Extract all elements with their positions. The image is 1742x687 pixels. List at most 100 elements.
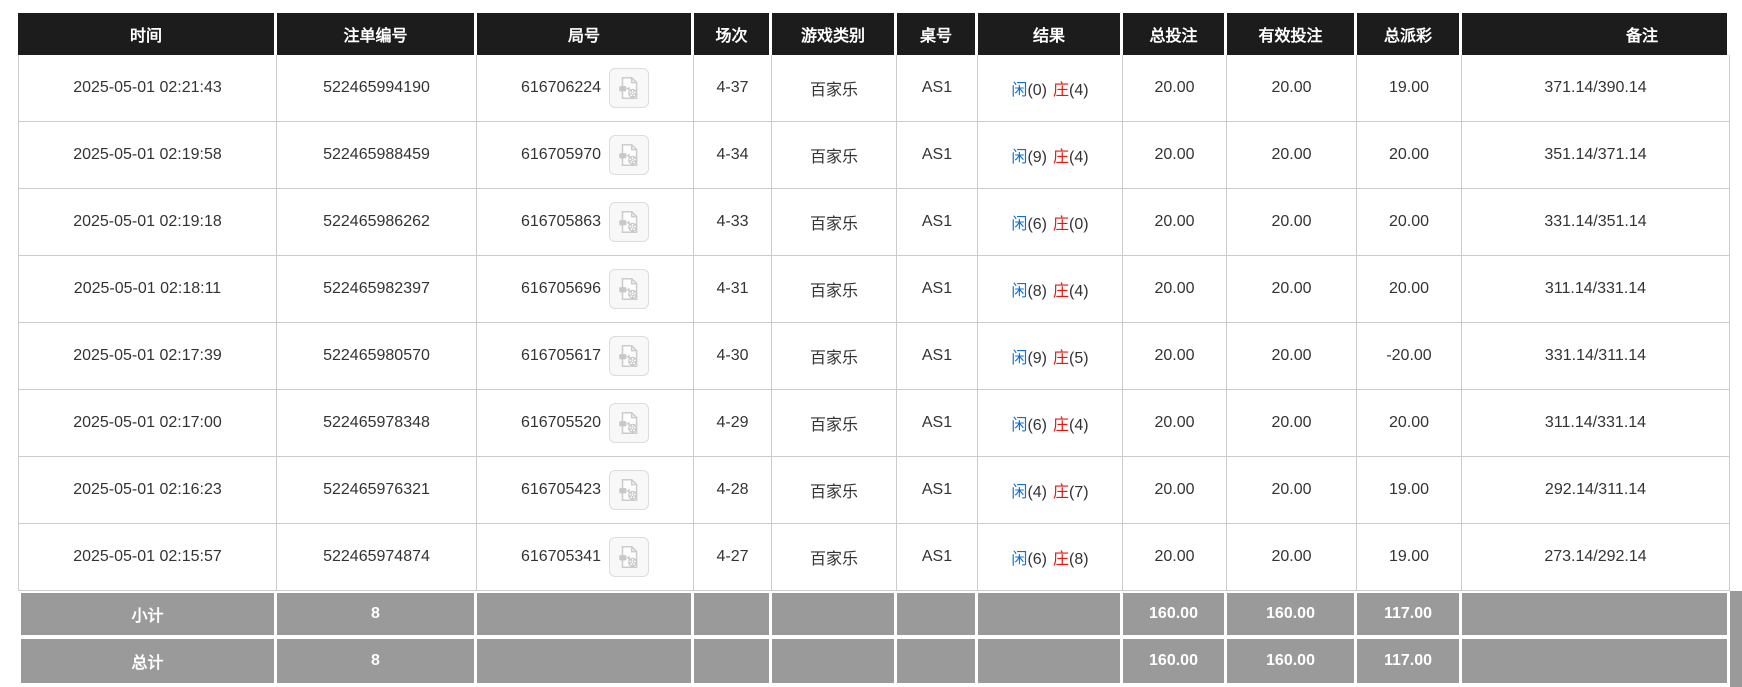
cell-table-no: AS1 [897, 524, 978, 591]
cell-table-no: AS1 [897, 189, 978, 256]
cell-result: 闲(4)庄(7) [978, 457, 1123, 524]
cell-game-type: 百家乐 [772, 256, 897, 323]
subtotal-empty-session [694, 591, 772, 639]
cell-payout: 20.00 [1357, 189, 1462, 256]
cell-total-bet[interactable]: 20.00 [1123, 256, 1227, 323]
video-file-icon [616, 477, 642, 503]
round-number: 616705520 [521, 414, 601, 432]
col-header-game-type: 游戏类别 [772, 13, 897, 55]
subtotal-label: 小计 [18, 591, 277, 639]
cell-total-bet[interactable]: 20.00 [1123, 457, 1227, 524]
cell-total-bet[interactable]: 20.00 [1123, 189, 1227, 256]
cell-total-bet[interactable]: 20.00 [1123, 524, 1227, 591]
cell-time: 2025-05-01 02:18:11 [18, 256, 277, 323]
result-banker-label: 庄 [1053, 551, 1069, 568]
cell-game-type: 百家乐 [772, 457, 897, 524]
result-player-score: (9) [1027, 350, 1047, 367]
cell-session: 4-37 [694, 55, 772, 122]
cell-round-no: 616705863 [477, 189, 694, 256]
grandtotal-empty-session [694, 639, 772, 687]
video-file-icon [616, 410, 642, 436]
col-header-session: 场次 [694, 13, 772, 55]
video-replay-button[interactable] [609, 202, 649, 242]
cell-game-type: 百家乐 [772, 189, 897, 256]
video-replay-button[interactable] [609, 403, 649, 443]
table-row: 2025-05-01 02:15:57 522465974874 6167053… [18, 524, 1730, 591]
video-replay-button[interactable] [609, 537, 649, 577]
cell-time: 2025-05-01 02:19:58 [18, 122, 277, 189]
cell-time: 2025-05-01 02:16:23 [18, 457, 277, 524]
cell-table-no: AS1 [897, 323, 978, 390]
result-banker-label: 庄 [1053, 417, 1069, 434]
cell-session: 4-29 [694, 390, 772, 457]
cell-payout: 20.00 [1357, 122, 1462, 189]
cell-bet-id: 522465982397 [277, 256, 477, 323]
table-row: 2025-05-01 02:21:43 522465994190 6167062… [18, 55, 1730, 122]
grandtotal-empty-game-type [772, 639, 897, 687]
result-banker-label: 庄 [1053, 484, 1069, 501]
video-file-icon [616, 209, 642, 235]
round-number: 616705341 [521, 548, 601, 566]
result-player-label: 闲 [1011, 551, 1027, 568]
result-player-score: (9) [1027, 149, 1047, 166]
result-player-score: (8) [1027, 283, 1047, 300]
cell-remark: 311.14/331.14 [1462, 256, 1730, 323]
subtotal-empty-game-type [772, 591, 897, 639]
video-replay-button[interactable] [609, 135, 649, 175]
cell-remark: 331.14/311.14 [1462, 323, 1730, 390]
subtotal-total-bet: 160.00 [1123, 591, 1227, 639]
cell-payout: 20.00 [1357, 256, 1462, 323]
cell-remark: 292.14/311.14 [1462, 457, 1730, 524]
cell-game-type: 百家乐 [772, 122, 897, 189]
cell-session: 4-34 [694, 122, 772, 189]
cell-bet-id: 522465994190 [277, 55, 477, 122]
cell-session: 4-27 [694, 524, 772, 591]
cell-time: 2025-05-01 02:15:57 [18, 524, 277, 591]
grandtotal-empty-result [978, 639, 1123, 687]
subtotal-empty-result [978, 591, 1123, 639]
cell-payout: 19.00 [1357, 55, 1462, 122]
result-banker-label: 庄 [1053, 82, 1069, 99]
cell-result: 闲(0)庄(4) [978, 55, 1123, 122]
video-file-icon [616, 276, 642, 302]
video-file-icon [616, 544, 642, 570]
col-header-table-no: 桌号 [897, 13, 978, 55]
cell-table-no: AS1 [897, 55, 978, 122]
cell-total-bet[interactable]: 20.00 [1123, 122, 1227, 189]
grandtotal-total-bet: 160.00 [1123, 639, 1227, 687]
subtotal-payout: 117.00 [1357, 591, 1462, 639]
cell-result: 闲(9)庄(4) [978, 122, 1123, 189]
cell-payout: 19.00 [1357, 457, 1462, 524]
cell-result: 闲(6)庄(4) [978, 390, 1123, 457]
result-banker-label: 庄 [1053, 216, 1069, 233]
cell-result: 闲(6)庄(0) [978, 189, 1123, 256]
cell-valid-bet: 20.00 [1227, 55, 1357, 122]
subtotal-count: 8 [277, 591, 477, 639]
cell-total-bet[interactable]: 20.00 [1123, 390, 1227, 457]
video-replay-button[interactable] [609, 68, 649, 108]
cell-valid-bet: 20.00 [1227, 390, 1357, 457]
cell-round-no: 616705520 [477, 390, 694, 457]
grandtotal-payout: 117.00 [1357, 639, 1462, 687]
subtotal-empty-remark [1462, 591, 1730, 639]
table-row: 2025-05-01 02:19:58 522465988459 6167059… [18, 122, 1730, 189]
cell-total-bet[interactable]: 20.00 [1123, 55, 1227, 122]
video-replay-button[interactable] [609, 269, 649, 309]
grandtotal-valid-bet: 160.00 [1227, 639, 1357, 687]
cell-game-type: 百家乐 [772, 390, 897, 457]
cell-bet-id: 522465978348 [277, 390, 477, 457]
cell-payout: 20.00 [1357, 390, 1462, 457]
col-header-result: 结果 [978, 13, 1123, 55]
cell-total-bet[interactable]: 20.00 [1123, 323, 1227, 390]
cell-bet-id: 522465986262 [277, 189, 477, 256]
video-replay-button[interactable] [609, 470, 649, 510]
video-file-icon [616, 343, 642, 369]
col-header-total-bet: 总投注 [1123, 13, 1227, 55]
cell-session: 4-33 [694, 189, 772, 256]
table-row: 2025-05-01 02:16:23 522465976321 6167054… [18, 457, 1730, 524]
col-header-remark: 备注 [1462, 13, 1730, 55]
cell-result: 闲(9)庄(5) [978, 323, 1123, 390]
result-player-score: (6) [1027, 216, 1047, 233]
video-replay-button[interactable] [609, 336, 649, 376]
video-file-icon [616, 142, 642, 168]
